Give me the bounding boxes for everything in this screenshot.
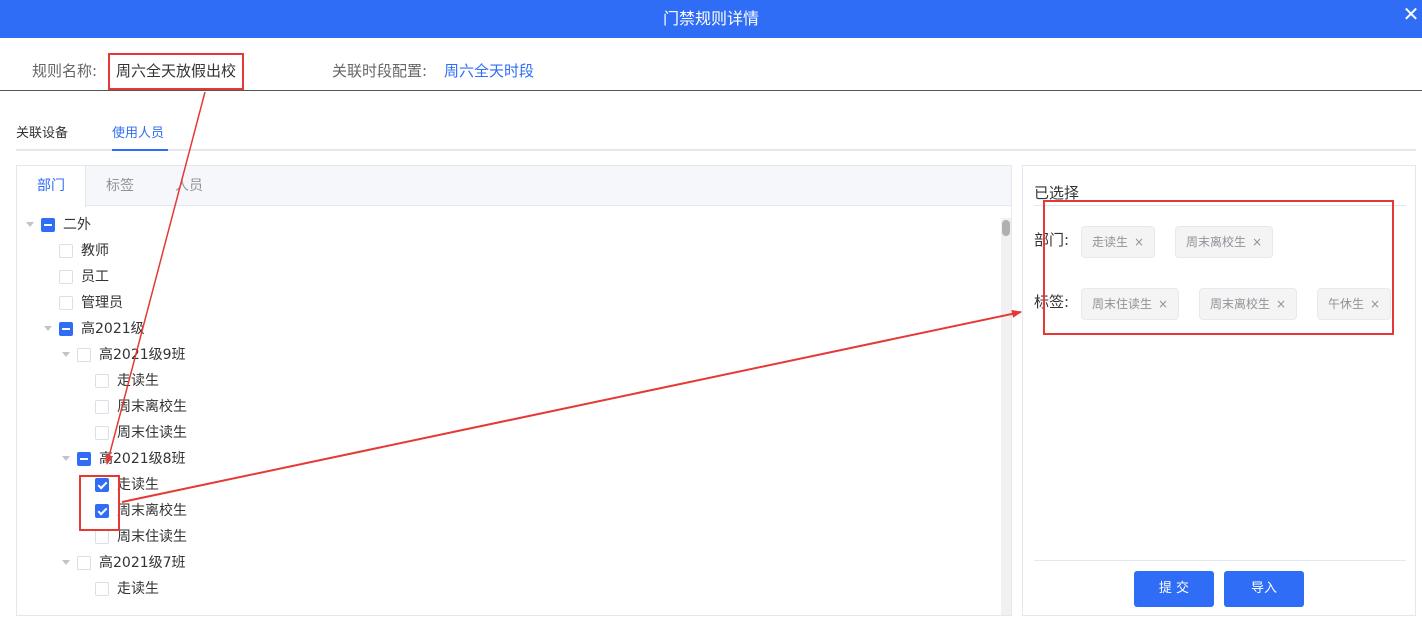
expand-arrow-icon[interactable] bbox=[62, 560, 70, 565]
tree-checkbox[interactable] bbox=[95, 426, 109, 440]
tree-checkbox[interactable] bbox=[95, 374, 109, 388]
tree-node-label: 周末离校生 bbox=[117, 399, 187, 415]
close-icon[interactable]: ✕ bbox=[1400, 0, 1422, 30]
annotation-box-checked-items bbox=[79, 475, 120, 531]
annotation-box-rule-name bbox=[108, 53, 244, 90]
tree-node-label: 周末住读生 bbox=[117, 529, 187, 545]
expand-arrow-icon[interactable] bbox=[44, 326, 52, 331]
tree-node[interactable]: 高2021级8班 bbox=[17, 446, 997, 472]
tree-node[interactable]: 高2021级9班 bbox=[17, 342, 997, 368]
tree-node-label: 高2021级 bbox=[81, 321, 145, 337]
tree-checkbox[interactable] bbox=[77, 348, 91, 362]
tree-node[interactable]: 周末离校生 bbox=[17, 498, 997, 524]
import-button[interactable]: 导入 bbox=[1224, 571, 1304, 607]
dialog-titlebar: 门禁规则详情 ✕ bbox=[0, 0, 1422, 38]
tree-node-label: 走读生 bbox=[117, 581, 159, 597]
tree-node-label: 教师 bbox=[81, 243, 109, 259]
subtab-tag[interactable]: 标签 bbox=[86, 166, 154, 206]
tab-users[interactable]: 使用人员 bbox=[112, 122, 164, 141]
tree-node-label: 周末住读生 bbox=[117, 425, 187, 441]
selection-tree-panel: 部门 标签 人员 二外 教师 员工 管理员 高2021级 高2021级9班 走读生 周末离校生… bbox=[16, 165, 1012, 616]
scrollbar-thumb[interactable] bbox=[1002, 220, 1010, 236]
tree-node[interactable]: 二外 bbox=[17, 212, 997, 238]
tree-scrollbar[interactable] bbox=[1001, 218, 1011, 615]
tab-linked-devices[interactable]: 关联设备 bbox=[16, 122, 68, 141]
tree-checkbox[interactable] bbox=[95, 582, 109, 596]
expand-arrow-icon[interactable] bbox=[62, 352, 70, 357]
tree-node-label: 高2021级9班 bbox=[99, 347, 186, 363]
top-tabs: 关联设备 使用人员 bbox=[16, 112, 1416, 151]
submit-button[interactable]: 提 交 bbox=[1134, 571, 1214, 607]
tree-node-label: 走读生 bbox=[117, 373, 159, 389]
tree-node-label: 员工 bbox=[81, 269, 109, 285]
tree-node[interactable]: 管理员 bbox=[17, 290, 997, 316]
tree-node[interactable]: 走读生 bbox=[17, 472, 997, 498]
tree-node[interactable]: 高2021级7班 bbox=[17, 550, 997, 576]
tree-checkbox[interactable] bbox=[95, 400, 109, 414]
tree-checkbox[interactable] bbox=[77, 452, 91, 466]
active-tab-underline bbox=[112, 149, 168, 151]
rule-name-label: 规则名称: bbox=[32, 62, 98, 80]
tree-checkbox[interactable] bbox=[59, 322, 73, 336]
tree-node[interactable]: 走读生 bbox=[17, 576, 997, 602]
tree-node[interactable]: 高2021级 bbox=[17, 316, 997, 342]
subtab-person[interactable]: 人员 bbox=[154, 166, 224, 206]
tree-node-label: 二外 bbox=[63, 217, 91, 233]
tree-node-label: 高2021级7班 bbox=[99, 555, 186, 571]
tree-node[interactable]: 周末住读生 bbox=[17, 420, 997, 446]
tree-node[interactable]: 走读生 bbox=[17, 368, 997, 394]
time-config-link[interactable]: 周六全天时段 bbox=[444, 60, 534, 81]
subtab-department[interactable]: 部门 bbox=[17, 166, 86, 207]
tree-checkbox[interactable] bbox=[59, 296, 73, 310]
tree-node-label: 管理员 bbox=[81, 295, 123, 311]
tree-node-label: 周末离校生 bbox=[117, 503, 187, 519]
department-tree: 二外 教师 员工 管理员 高2021级 高2021级9班 走读生 周末离校生 周末住读生 高202… bbox=[17, 210, 1001, 615]
tree-node[interactable]: 教师 bbox=[17, 238, 997, 264]
time-config-label: 关联时段配置: bbox=[332, 62, 428, 80]
tree-checkbox[interactable] bbox=[77, 556, 91, 570]
annotation-box-selected bbox=[1043, 200, 1394, 335]
tree-checkbox[interactable] bbox=[59, 270, 73, 284]
tree-checkbox[interactable] bbox=[95, 530, 109, 544]
tree-node-label: 高2021级8班 bbox=[99, 451, 186, 467]
expand-arrow-icon[interactable] bbox=[26, 222, 34, 227]
tree-node[interactable]: 周末离校生 bbox=[17, 394, 997, 420]
tree-node-label: 走读生 bbox=[117, 477, 159, 493]
tree-node[interactable]: 员工 bbox=[17, 264, 997, 290]
expand-arrow-icon[interactable] bbox=[62, 456, 70, 461]
tree-checkbox[interactable] bbox=[41, 218, 55, 232]
footer-divider bbox=[1034, 560, 1406, 561]
sub-tabs: 部门 标签 人员 bbox=[17, 166, 1011, 207]
dialog-title: 门禁规则详情 bbox=[662, 9, 759, 28]
tree-checkbox[interactable] bbox=[59, 244, 73, 258]
tree-node[interactable]: 周末住读生 bbox=[17, 524, 997, 550]
